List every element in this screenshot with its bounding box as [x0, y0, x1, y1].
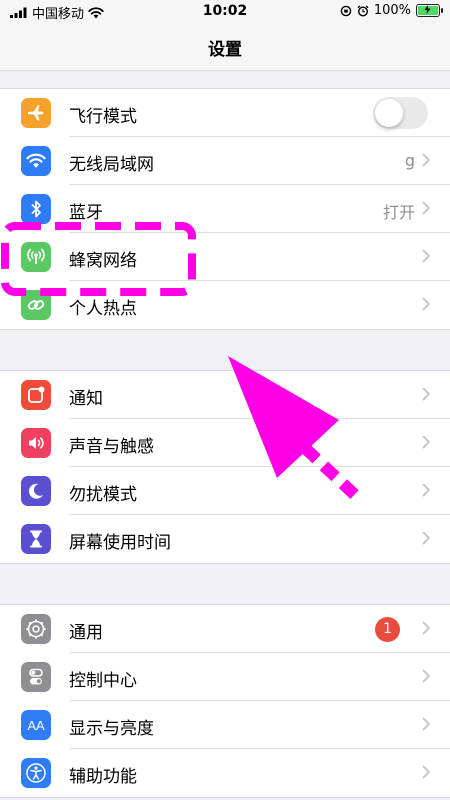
chevron-right-icon [422, 387, 430, 401]
hourglass-icon [21, 524, 51, 554]
settings-row-label: 声音与触感 [69, 437, 154, 457]
notifications-icon [21, 380, 51, 410]
speaker-icon [21, 428, 51, 458]
navigation-bar: 设置 [0, 24, 450, 71]
status-bar: 中国移动 10:02 100% [0, 0, 450, 24]
wifi-network-value: g [404, 151, 415, 170]
chevron-right-icon [422, 201, 430, 215]
chevron-right-icon [422, 717, 430, 731]
rotation-lock-icon [340, 5, 352, 16]
control-center-icon [21, 662, 51, 692]
settings-group-general: 通用 1 控制中心 AA 显示与亮度 辅助功能 [0, 604, 450, 798]
settings-row-notifications[interactable]: 通知 [0, 371, 450, 419]
settings-row-general[interactable]: 通用 1 [0, 605, 450, 653]
accessibility-icon [21, 758, 51, 788]
airplane-icon [21, 98, 51, 128]
chevron-right-icon [422, 765, 430, 779]
chevron-right-icon [422, 435, 430, 449]
chevron-right-icon [422, 297, 430, 311]
settings-row-label: 控制中心 [69, 671, 137, 691]
wifi-icon [21, 146, 51, 176]
bluetooth-status-value: 打开 [382, 203, 415, 222]
settings-row-do-not-disturb[interactable]: 勿扰模式 [0, 467, 450, 515]
settings-row-label: 勿扰模式 [69, 485, 137, 505]
settings-row-label: 个人热点 [69, 299, 137, 319]
chevron-right-icon [422, 153, 430, 167]
settings-row-airplane-mode[interactable]: 飞行模式 [0, 89, 450, 137]
settings-row-wifi[interactable]: 无线局域网 g [0, 137, 450, 185]
battery-percent: 100% [373, 3, 411, 18]
settings-row-label: 通知 [69, 389, 103, 409]
settings-row-label: 无线局域网 [69, 155, 154, 175]
status-right: 100% [340, 3, 443, 18]
chevron-right-icon [422, 531, 430, 545]
settings-row-personal-hotspot[interactable]: 个人热点 [0, 281, 450, 329]
settings-group-connectivity: 飞行模式 无线局域网 g 蓝牙 打开 蜂窝网络 个人热点 [0, 88, 450, 330]
settings-row-cellular[interactable]: 蜂窝网络 [0, 233, 450, 281]
display-aa-icon: AA [21, 710, 51, 740]
airplane-mode-toggle[interactable] [373, 97, 428, 129]
settings-row-accessibility[interactable]: 辅助功能 [0, 749, 450, 797]
moon-icon [21, 476, 51, 506]
settings-row-label: 飞行模式 [69, 107, 137, 127]
settings-row-label: 蓝牙 [69, 203, 103, 223]
bluetooth-icon [21, 194, 51, 224]
gear-icon [21, 614, 51, 644]
cellular-antenna-icon [21, 242, 51, 272]
settings-row-label: 蜂窝网络 [69, 251, 137, 271]
battery-icon [416, 4, 443, 17]
settings-row-screen-time[interactable]: 屏幕使用时间 [0, 515, 450, 563]
settings-row-control-center[interactable]: 控制中心 [0, 653, 450, 701]
settings-row-label: 屏幕使用时间 [69, 533, 171, 553]
alarm-icon [357, 5, 369, 17]
chevron-right-icon [422, 483, 430, 497]
page-title: 设置 [208, 40, 242, 60]
settings-row-bluetooth[interactable]: 蓝牙 打开 [0, 185, 450, 233]
settings-row-label: 辅助功能 [69, 767, 137, 787]
chevron-right-icon [422, 621, 430, 635]
update-badge: 1 [375, 617, 400, 642]
chevron-right-icon [422, 669, 430, 683]
settings-row-label: 通用 [69, 623, 103, 643]
hotspot-link-icon [21, 290, 51, 320]
settings-group-notifications: 通知 声音与触感 勿扰模式 屏幕使用时间 [0, 370, 450, 564]
settings-row-sounds[interactable]: 声音与触感 [0, 419, 450, 467]
chevron-right-icon [422, 249, 430, 263]
settings-row-display-brightness[interactable]: AA 显示与亮度 [0, 701, 450, 749]
display-aa-glyph: AA [27, 717, 45, 733]
settings-row-label: 显示与亮度 [69, 719, 154, 739]
